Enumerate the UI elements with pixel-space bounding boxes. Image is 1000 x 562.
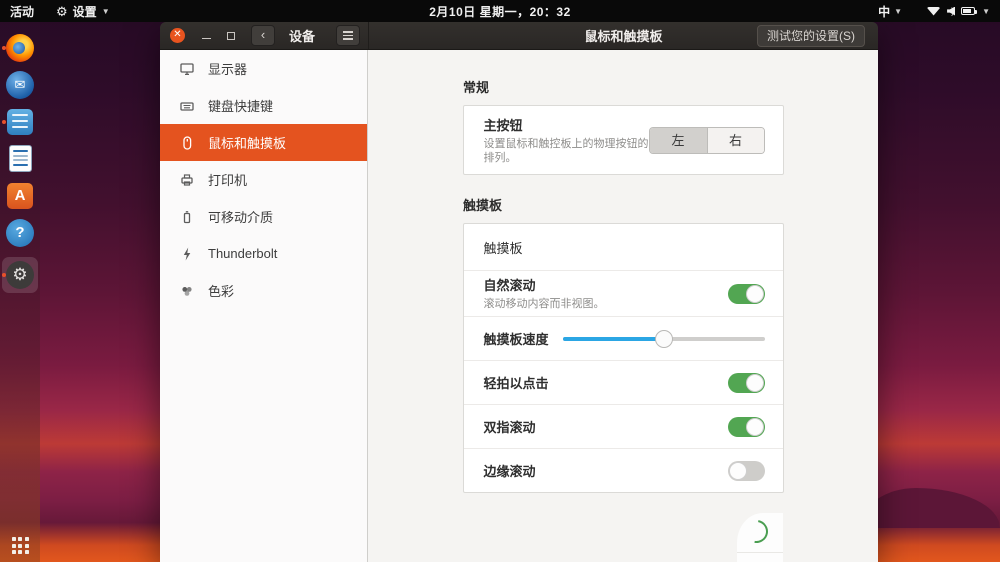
- dock-item-ubuntu-software[interactable]: A: [0, 177, 40, 214]
- thunderbolt-icon: [179, 246, 195, 262]
- tap-to-click-toggle[interactable]: [727, 372, 765, 393]
- keyboard-icon: [179, 98, 195, 114]
- dock: ✉ A ? ⚙: [0, 22, 40, 562]
- natural-scrolling-label: 自然滚动: [483, 278, 536, 294]
- sidebar-item-printers[interactable]: 打印机: [160, 161, 367, 198]
- edge-scrolling-row: 边缘滚动: [463, 448, 783, 492]
- tap-to-click-label: 轻拍以点击: [483, 376, 549, 391]
- top-bar: 活动 ⚙ 设置 ▼ 2月10日 星期一，20：32 中 ▼ ) ▼: [0, 0, 1000, 22]
- wallpaper-hill: [860, 488, 1000, 528]
- volume-indicator[interactable]: ): [947, 6, 956, 16]
- ubuntu-software-icon: A: [7, 182, 33, 209]
- natural-scrolling-row: 自然滚动 滚动移动内容而非视图。: [463, 270, 783, 316]
- right-option-button[interactable]: 右: [706, 127, 764, 153]
- volume-wave-icon: ): [951, 6, 955, 16]
- settings-window: ✕ ‹ 设备 鼠标和触摸板 测试您的设置(S) 显示器 键盘快捷键 鼠标和触摸板…: [160, 22, 878, 562]
- system-menu-chevron-icon[interactable]: ▼: [982, 7, 990, 16]
- sidebar-item-mouse-touchpad[interactable]: 鼠标和触摸板: [160, 124, 367, 161]
- sidebar-item-label: 色彩: [208, 284, 235, 299]
- panel-title: 鼠标和触摸板: [584, 29, 663, 44]
- dock-item-libreoffice-writer[interactable]: [0, 140, 40, 177]
- battery-icon[interactable]: [961, 7, 978, 15]
- section-title-touchpad: 触摸板: [463, 198, 503, 213]
- sidebar-item-color[interactable]: 色彩: [160, 272, 367, 309]
- edge-scrolling-toggle[interactable]: [727, 460, 765, 481]
- sidebar-item-label: 键盘快捷键: [208, 99, 274, 114]
- files-icon: [7, 108, 33, 135]
- titlebar[interactable]: ✕ ‹ 设备 鼠标和触摸板 测试您的设置(S): [160, 22, 878, 50]
- sidebar-item-keyboard-shortcuts[interactable]: 键盘快捷键: [160, 87, 367, 124]
- show-applications-button[interactable]: [11, 537, 29, 554]
- touchpad-speed-label: 触摸板速度: [483, 332, 549, 347]
- firefox-icon: [6, 33, 34, 62]
- section-title-general: 常规: [463, 80, 490, 95]
- removable-media-icon: [179, 209, 195, 225]
- sidebar-item-label: 打印机: [208, 173, 248, 188]
- left-option-button[interactable]: 左: [649, 127, 707, 153]
- dock-item-settings-active[interactable]: ⚙: [0, 253, 40, 297]
- color-icon: [179, 283, 195, 299]
- slider-fill: [562, 336, 664, 341]
- desktop: 活动 ⚙ 设置 ▼ 2月10日 星期一，20：32 中 ▼ ) ▼ ✉ A ? …: [0, 0, 1000, 562]
- primary-button-label: 主按钮: [483, 117, 523, 133]
- maximize-button[interactable]: [227, 31, 235, 40]
- settings-gear-icon: ⚙: [6, 261, 34, 289]
- running-indicator: [2, 119, 6, 124]
- sidebar-item-thunderbolt[interactable]: Thunderbolt: [160, 235, 367, 272]
- touchpad-header-row: 触摸板: [464, 224, 783, 270]
- thunderbird-icon: ✉: [6, 70, 34, 99]
- display-icon: [179, 61, 195, 77]
- help-icon: ?: [6, 218, 34, 247]
- general-card: 主按钮 设置鼠标和触控板上的物理按钮的排列。 左 右: [462, 105, 784, 175]
- touchpad-row-label: 触摸板: [483, 240, 523, 256]
- input-method-indicator[interactable]: 中 ▼: [878, 3, 902, 20]
- dock-item-help[interactable]: ?: [0, 214, 40, 251]
- dock-item-thunderbird[interactable]: ✉: [0, 66, 40, 103]
- test-settings-button[interactable]: 测试您的设置(S): [757, 25, 865, 47]
- input-method-label: 中: [878, 4, 891, 19]
- natural-scrolling-toggle[interactable]: [727, 283, 765, 304]
- mouse-icon: [179, 135, 195, 151]
- active-app-highlight: ⚙: [2, 257, 38, 293]
- touchpad-speed-slider[interactable]: [562, 329, 765, 348]
- minimize-button[interactable]: [202, 30, 211, 41]
- mouse-touchpad-panel: 常规 主按钮 设置鼠标和触控板上的物理按钮的排列。 左 右 触摸板 触摸板 自然…: [368, 50, 878, 562]
- window-title: 设备: [289, 29, 316, 44]
- two-finger-scrolling-row: 双指滚动: [463, 404, 783, 448]
- dock-item-firefox[interactable]: [0, 29, 40, 66]
- primary-button-row: 主按钮 设置鼠标和触控板上的物理按钮的排列。 左 右: [464, 106, 783, 174]
- wifi-icon[interactable]: [927, 6, 941, 16]
- titlebar-right: 鼠标和触摸板 测试您的设置(S): [368, 22, 878, 49]
- sidebar-item-label: 鼠标和触摸板: [208, 136, 287, 151]
- edge-scrolling-label: 边缘滚动: [483, 464, 536, 479]
- clock[interactable]: 2月10日 星期一，20：32: [0, 3, 1000, 20]
- tap-to-click-row: 轻拍以点击: [463, 360, 783, 404]
- hamburger-menu-button[interactable]: [336, 25, 360, 46]
- primary-button-description: 设置鼠标和触控板上的物理按钮的排列。: [483, 137, 649, 164]
- sidebar-item-label: Thunderbolt: [208, 246, 278, 261]
- touchpad-card: 触摸板 自然滚动 滚动移动内容而非视图。 触摸板速度 轻拍以点击 双指滚动 边缘…: [462, 223, 784, 493]
- primary-button-segmented-control: 左 右: [648, 126, 765, 154]
- sidebar-item-displays[interactable]: 显示器: [160, 50, 367, 87]
- natural-scrolling-description: 滚动移动内容而非视图。: [483, 298, 605, 311]
- two-finger-scrolling-label: 双指滚动: [483, 420, 536, 435]
- chevron-down-icon: ▼: [894, 6, 903, 16]
- dock-item-files[interactable]: [0, 103, 40, 140]
- close-button[interactable]: ✕: [170, 28, 185, 43]
- slider-handle[interactable]: [654, 329, 673, 348]
- two-finger-scrolling-toggle[interactable]: [727, 416, 765, 437]
- running-indicator: [2, 273, 6, 277]
- sidebar-item-label: 显示器: [208, 62, 248, 77]
- titlebar-left: ✕ ‹ 设备: [160, 22, 368, 49]
- settings-sidebar: 显示器 键盘快捷键 鼠标和触摸板 打印机 可移动介质 Thunderbolt 色…: [160, 50, 368, 562]
- back-button[interactable]: ‹: [251, 25, 275, 46]
- touchpad-speed-row: 触摸板速度: [463, 316, 783, 360]
- libreoffice-writer-icon: [8, 145, 32, 172]
- render-glitch-partial-toggle: [737, 513, 783, 562]
- sidebar-item-label: 可移动介质: [208, 210, 274, 225]
- printer-icon: [179, 172, 195, 188]
- sidebar-item-removable-media[interactable]: 可移动介质: [160, 198, 367, 235]
- slider-track[interactable]: [562, 329, 765, 348]
